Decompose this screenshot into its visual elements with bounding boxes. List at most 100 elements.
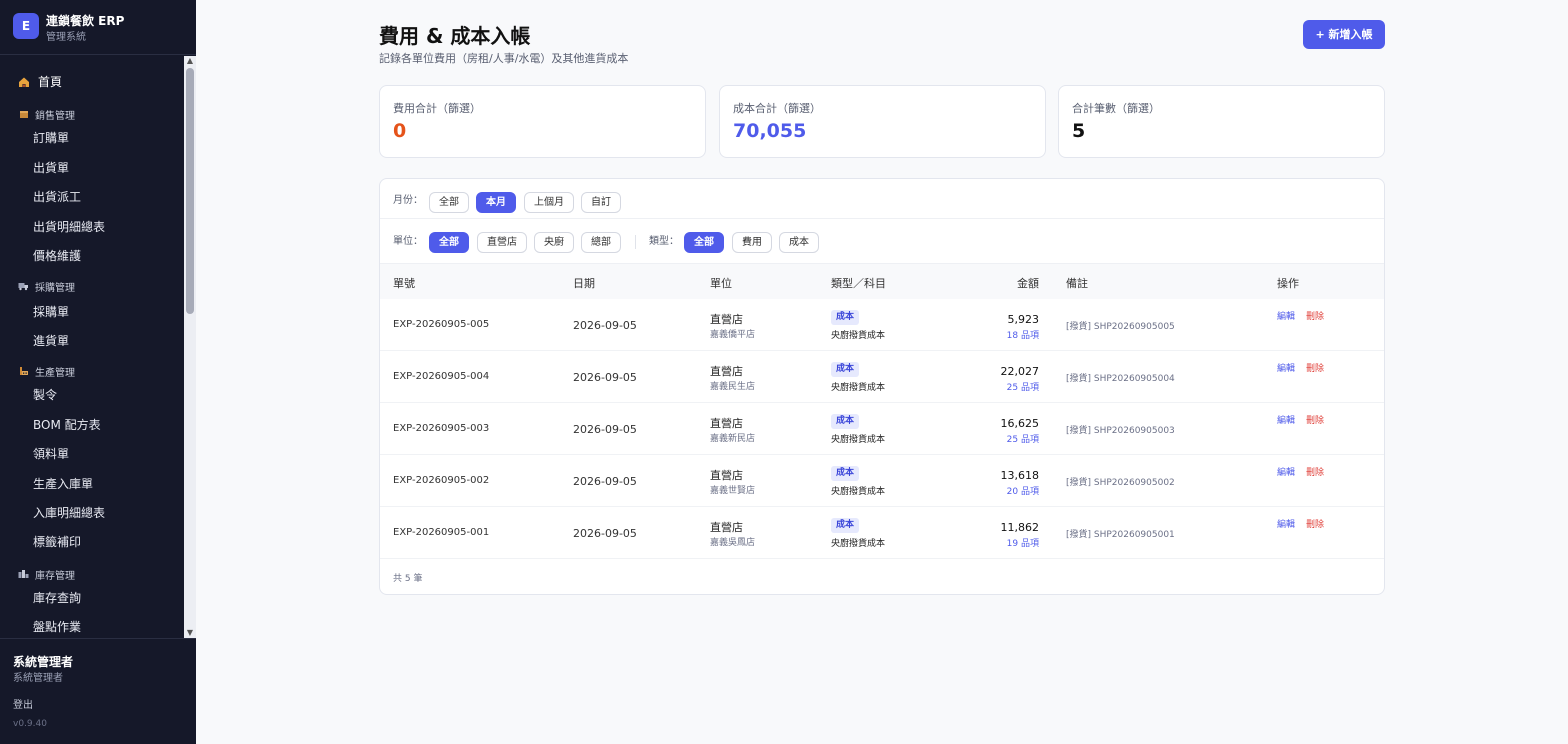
table-row[interactable]: EXP-20260905-001 2026-09-05 直營店 嘉義吳鳳店 成本… xyxy=(380,507,1384,559)
column-header-amount: 金額 xyxy=(1017,277,1039,290)
column-header-action: 操作 xyxy=(1277,277,1299,290)
entry-note: [撥貨] SHP20260905003 xyxy=(1066,426,1175,436)
unit-chip-kitchen[interactable]: 央廚 xyxy=(534,232,574,253)
delete-link[interactable]: 刪除 xyxy=(1306,361,1324,374)
column-header-type: 類型／科目 xyxy=(831,277,886,290)
month-filter-label: 月份： xyxy=(393,195,423,206)
entry-amount: 22,027 xyxy=(1000,365,1040,378)
entry-note: [撥貨] SHP20260905005 xyxy=(1066,322,1175,332)
summary-card-cost: 成本合計（篩選） 70,055 xyxy=(719,85,1046,158)
entry-date: 2026-09-05 xyxy=(573,371,637,384)
unit-chip-store[interactable]: 直營店 xyxy=(477,232,527,253)
app-version: v0.9.40 xyxy=(13,719,47,729)
sidebar-item-material[interactable]: 領料單 xyxy=(33,446,69,462)
type-badge: 成本 xyxy=(831,310,860,325)
user-panel: 系統管理者 系統管理者 登出 v0.9.40 xyxy=(0,638,196,744)
month-chip-this-month[interactable]: 本月 xyxy=(476,192,516,213)
sidebar-item-in-detail[interactable]: 入庫明細總表 xyxy=(33,505,105,521)
column-header-no: 單號 xyxy=(393,277,415,290)
entry-amount: 13,618 xyxy=(1000,469,1040,482)
sidebar-group-label: 生產管理 xyxy=(35,367,75,379)
edit-link[interactable]: 編輯 xyxy=(1277,361,1295,374)
user-name: 系統管理者 xyxy=(13,655,74,669)
delete-link[interactable]: 刪除 xyxy=(1306,465,1324,478)
edit-link[interactable]: 編輯 xyxy=(1277,309,1295,322)
entry-category: 央廚撥貨成本 xyxy=(831,383,886,393)
sidebar-group-production[interactable]: 生產管理 xyxy=(18,364,75,379)
summary-card-expense: 費用合計（篩選） 0 xyxy=(379,85,706,158)
entry-number: EXP-20260905-001 xyxy=(393,527,490,538)
entry-note: [撥貨] SHP20260905004 xyxy=(1066,374,1175,384)
sidebar-item-prod-in[interactable]: 生產入庫單 xyxy=(33,476,93,492)
add-entry-button[interactable]: + 新增入帳 xyxy=(1303,20,1385,49)
column-header-note: 備註 xyxy=(1066,277,1088,290)
brand-header: E 連鎖餐飲 ERP 管理系統 xyxy=(0,0,196,55)
type-chip-all[interactable]: 全部 xyxy=(684,232,724,253)
sidebar-item-stock-query[interactable]: 庫存查詢 xyxy=(33,590,81,606)
sidebar-group-inventory[interactable]: 庫存管理 xyxy=(18,567,75,582)
entry-unit: 直營店 xyxy=(710,469,743,482)
unit-chip-hq[interactable]: 總部 xyxy=(581,232,621,253)
scrollbar-thumb[interactable] xyxy=(186,68,194,314)
entry-unit: 直營店 xyxy=(710,365,743,378)
entry-item-count: 20 品項 xyxy=(1006,487,1039,497)
sidebar-item-bom[interactable]: BOM 配方表 xyxy=(33,417,101,433)
entry-item-count: 25 品項 xyxy=(1006,383,1039,393)
entry-number: EXP-20260905-005 xyxy=(393,319,490,330)
sidebar-group-purchase[interactable]: 採購管理 xyxy=(18,279,75,294)
entry-amount: 16,625 xyxy=(1000,417,1040,430)
entry-store: 嘉義吳鳳店 xyxy=(710,538,756,548)
sidebar-item-shipment[interactable]: 出貨單 xyxy=(33,160,69,176)
sidebar-item-home[interactable]: 首頁 xyxy=(18,72,62,90)
home-icon xyxy=(18,76,29,87)
sidebar-item-receiving[interactable]: 進貨單 xyxy=(33,333,69,349)
entry-amount: 5,923 xyxy=(1007,313,1040,326)
delete-link[interactable]: 刪除 xyxy=(1306,309,1324,322)
brand-logo: E xyxy=(13,13,39,39)
summary-value: 70,055 xyxy=(733,120,807,142)
edit-link[interactable]: 編輯 xyxy=(1277,465,1295,478)
type-chip-cost[interactable]: 成本 xyxy=(779,232,819,253)
scroll-up-icon[interactable]: ▲ xyxy=(184,56,196,66)
logout-link[interactable]: 登出 xyxy=(13,696,33,711)
sidebar-scrollbar[interactable]: ▲ ▼ xyxy=(184,56,196,638)
sidebar-item-work-order[interactable]: 製令 xyxy=(33,387,57,403)
entry-category: 央廚撥貨成本 xyxy=(831,539,886,549)
month-chip-last-month[interactable]: 上個月 xyxy=(524,192,574,213)
column-header-date: 日期 xyxy=(573,277,595,290)
sidebar-item-label-print[interactable]: 標籤補印 xyxy=(33,534,81,550)
month-chip-all[interactable]: 全部 xyxy=(429,192,469,213)
table-row[interactable]: EXP-20260905-003 2026-09-05 直營店 嘉義新民店 成本… xyxy=(380,403,1384,455)
sidebar-group-label: 庫存管理 xyxy=(35,570,75,582)
entry-store: 嘉義新民店 xyxy=(710,434,756,444)
sidebar-item-dispatch[interactable]: 出貨派工 xyxy=(33,189,81,205)
sidebar-item-label: 首頁 xyxy=(38,74,63,89)
edit-link[interactable]: 編輯 xyxy=(1277,517,1295,530)
month-chip-custom[interactable]: 自訂 xyxy=(581,192,621,213)
entry-item-count: 19 品項 xyxy=(1006,539,1039,549)
scroll-down-icon[interactable]: ▼ xyxy=(184,628,196,638)
table-row[interactable]: EXP-20260905-002 2026-09-05 直營店 嘉義世賢店 成本… xyxy=(380,455,1384,507)
sidebar-item-order[interactable]: 訂購單 xyxy=(33,130,69,146)
unit-chip-all[interactable]: 全部 xyxy=(429,232,469,253)
type-chip-expense[interactable]: 費用 xyxy=(732,232,772,253)
sidebar-item-price[interactable]: 價格維護 xyxy=(33,248,81,264)
table-row[interactable]: EXP-20260905-005 2026-09-05 直營店 嘉義僑平店 成本… xyxy=(380,299,1384,351)
table-row[interactable]: EXP-20260905-004 2026-09-05 直營店 嘉義民生店 成本… xyxy=(380,351,1384,403)
entry-date: 2026-09-05 xyxy=(573,423,637,436)
delete-link[interactable]: 刪除 xyxy=(1306,413,1324,426)
type-badge: 成本 xyxy=(831,518,860,533)
entry-note: [撥貨] SHP20260905001 xyxy=(1066,530,1175,540)
edit-link[interactable]: 編輯 xyxy=(1277,413,1295,426)
entry-date: 2026-09-05 xyxy=(573,475,637,488)
type-badge: 成本 xyxy=(831,414,860,429)
delete-link[interactable]: 刪除 xyxy=(1306,517,1324,530)
sidebar-item-po[interactable]: 採購單 xyxy=(33,304,69,320)
sidebar-item-stocktake[interactable]: 盤點作業 xyxy=(33,619,81,635)
sidebar-group-sales[interactable]: 銷售管理 xyxy=(18,107,75,122)
sidebar-item-shipment-detail[interactable]: 出貨明細總表 xyxy=(33,219,105,235)
summary-label: 成本合計（篩選） xyxy=(733,102,821,115)
box-icon xyxy=(18,109,29,120)
filter-divider xyxy=(635,235,636,249)
table-header: 單號 日期 單位 類型／科目 金額 備註 操作 xyxy=(380,263,1384,299)
